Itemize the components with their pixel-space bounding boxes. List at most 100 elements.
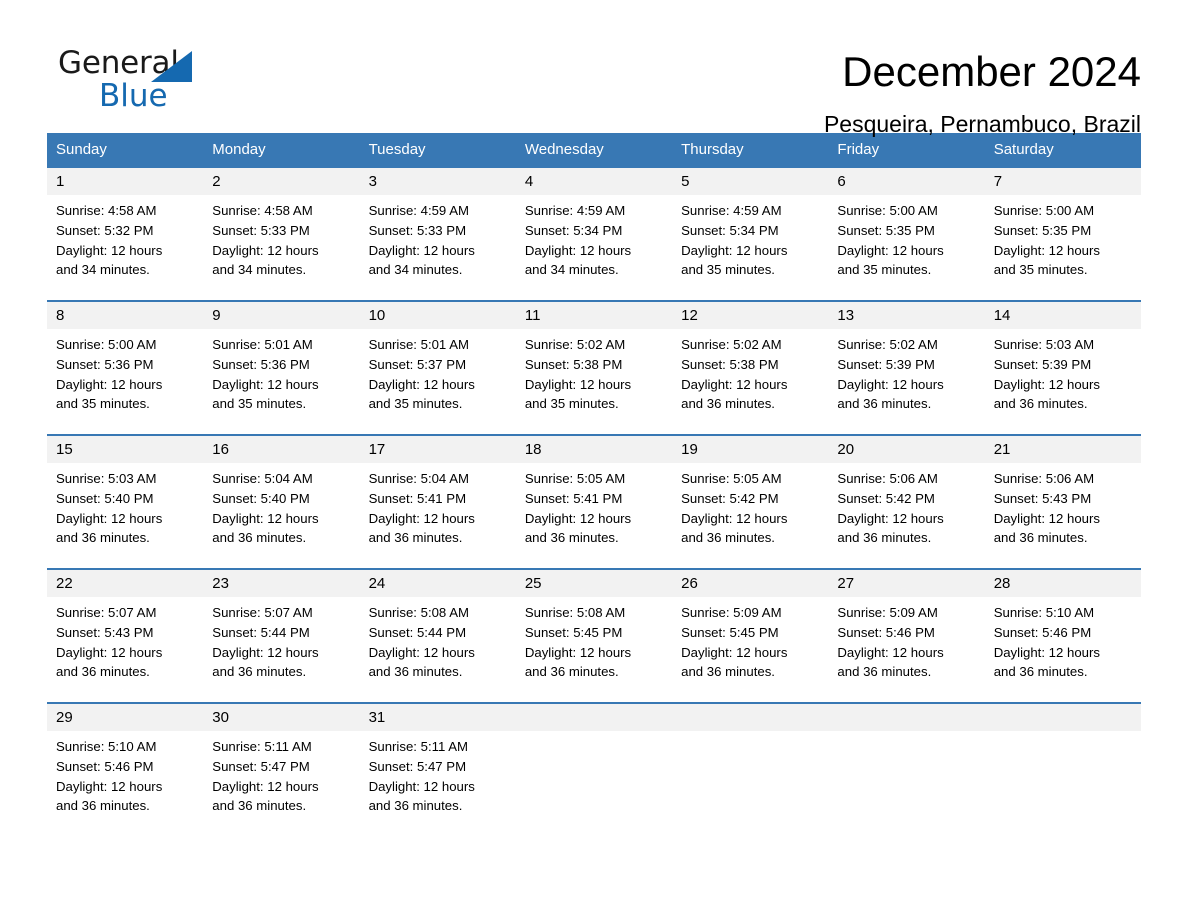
daylight-text-line1: Daylight: 12 hours [212, 376, 319, 392]
calendar-day-cell[interactable]: 28 Sunrise: 5:10 AM Sunset: 5:46 PM Dayligh… [984, 568, 1141, 703]
calendar-day-cell[interactable]: 29 Sunrise: 5:10 AM Sunset: 5:46 PM Dayligh… [47, 702, 204, 821]
daylight-text-line1: Daylight: 12 hours [837, 376, 944, 392]
sunrise-text: Sunrise: 5:02 AM [837, 337, 938, 352]
calendar-day-cell[interactable]: 31 Sunrise: 5:11 AM Sunset: 5:47 PM Dayligh… [359, 702, 516, 821]
calendar-day-cell[interactable]: 3 Sunrise: 4:59 AM Sunset: 5:33 PM Daylight… [359, 166, 516, 301]
calendar-day-cell[interactable]: 25 Sunrise: 5:08 AM Sunset: 5:45 PM Dayligh… [515, 568, 673, 703]
sunset-text: Sunset: 5:35 PM [993, 222, 1092, 238]
daylight-text-line2: and 36 minutes. [56, 530, 150, 546]
day-details: Sunrise: 4:59 AM Sunset: 5:34 PM Daylight:… [672, 195, 828, 280]
calendar-day-cell[interactable]: 6 Sunrise: 5:00 AM Sunset: 5:35 PM Daylight… [828, 166, 985, 301]
calendar-day-cell[interactable]: 4 Sunrise: 4:59 AM Sunset: 5:34 PM Daylight… [515, 166, 673, 301]
calendar-day-cell[interactable]: 19 Sunrise: 5:05 AM Sunset: 5:42 PM Dayligh… [672, 434, 829, 569]
day-number: 24 [359, 570, 516, 597]
calendar-day-cell[interactable]: 13 Sunrise: 5:02 AM Sunset: 5:39 PM Dayligh… [828, 300, 985, 435]
day-number: 2 [203, 168, 360, 195]
daylight-text-line2: and 35 minutes. [212, 396, 307, 412]
day-of-week-row: Sunday Monday Tuesday Wednesday Thursday… [47, 133, 1141, 167]
day-number: 29 [47, 704, 204, 731]
day-number: 23 [203, 570, 360, 597]
daylight-text-line2: and 35 minutes. [368, 396, 463, 412]
daylight-text-line1: Daylight: 12 hours [681, 242, 788, 258]
day-details: Sunrise: 5:00 AM Sunset: 5:35 PM Daylight:… [828, 195, 984, 280]
sunrise-text: Sunrise: 5:09 AM [681, 605, 782, 620]
daylight-text-line2: and 36 minutes. [212, 530, 307, 546]
calendar-day-cell[interactable]: 22 Sunrise: 5:07 AM Sunset: 5:43 PM Dayligh… [47, 568, 204, 703]
sunset-text: Sunset: 5:41 PM [524, 490, 623, 506]
triangle-icon [151, 51, 192, 82]
page-header: General Blue December 2024 Pesqueira, Pe… [47, 0, 1141, 137]
calendar-page: General Blue December 2024 Pesqueira, Pe… [0, 0, 1188, 918]
daylight-text-line2: and 36 minutes. [681, 664, 775, 680]
day-details: Sunrise: 5:00 AM Sunset: 5:35 PM Daylight:… [985, 195, 1141, 280]
day-details: Sunrise: 5:09 AM Sunset: 5:45 PM Daylight:… [672, 597, 828, 682]
day-number: 15 [47, 436, 204, 463]
sunrise-text: Sunrise: 4:59 AM [681, 203, 782, 218]
daylight-text-line1: Daylight: 12 hours [368, 778, 475, 794]
calendar-week-row: 1 Sunrise: 4:58 AM Sunset: 5:32 PM Daylight… [47, 166, 1141, 301]
day-number: 27 [828, 570, 985, 597]
calendar-day-cell[interactable]: 30 Sunrise: 5:11 AM Sunset: 5:47 PM Dayligh… [203, 702, 360, 821]
day-number: 17 [359, 436, 516, 463]
sunrise-text: Sunrise: 5:10 AM [56, 739, 157, 754]
calendar-day-cell[interactable]: 23 Sunrise: 5:07 AM Sunset: 5:44 PM Dayligh… [203, 568, 360, 703]
calendar-day-cell[interactable]: 27 Sunrise: 5:09 AM Sunset: 5:46 PM Dayligh… [828, 568, 985, 703]
daylight-text-line1: Daylight: 12 hours [837, 242, 944, 258]
sunset-text: Sunset: 5:43 PM [56, 624, 154, 640]
day-details: Sunrise: 5:06 AM Sunset: 5:42 PM Daylight:… [828, 463, 984, 548]
day-number: 30 [203, 704, 360, 731]
calendar-day-cell[interactable]: 24 Sunrise: 5:08 AM Sunset: 5:44 PM Dayligh… [359, 568, 516, 703]
calendar-day-cell[interactable]: 8 Sunrise: 5:00 AM Sunset: 5:36 PM Daylight… [47, 300, 204, 435]
sunset-text: Sunset: 5:41 PM [368, 490, 467, 506]
sunset-text: Sunset: 5:36 PM [56, 356, 154, 372]
sunrise-text: Sunrise: 5:05 AM [681, 471, 782, 486]
calendar-day-cell[interactable]: 14 Sunrise: 5:03 AM Sunset: 5:39 PM Dayligh… [984, 300, 1141, 435]
day-details: Sunrise: 5:11 AM Sunset: 5:47 PM Daylight:… [203, 731, 359, 816]
dow-header-tuesday: Tuesday [359, 133, 516, 167]
sunrise-text: Sunrise: 5:00 AM [837, 203, 938, 218]
daylight-text-line1: Daylight: 12 hours [212, 644, 319, 660]
sunrise-text: Sunrise: 5:02 AM [524, 337, 626, 352]
day-details: Sunrise: 4:59 AM Sunset: 5:33 PM Daylight:… [360, 195, 516, 280]
calendar-day-cell[interactable]: 20 Sunrise: 5:06 AM Sunset: 5:42 PM Dayligh… [828, 434, 985, 569]
day-number: 19 [672, 436, 829, 463]
day-number [515, 704, 673, 731]
daylight-text-line1: Daylight: 12 hours [993, 644, 1100, 660]
sunrise-text: Sunrise: 4:58 AM [212, 203, 313, 218]
day-number: 3 [359, 168, 516, 195]
calendar-day-cell[interactable]: 26 Sunrise: 5:09 AM Sunset: 5:45 PM Dayligh… [672, 568, 829, 703]
day-details: Sunrise: 5:02 AM Sunset: 5:38 PM Daylight:… [672, 329, 828, 414]
calendar-day-cell[interactable]: 15 Sunrise: 5:03 AM Sunset: 5:40 PM Dayligh… [47, 434, 204, 569]
sunset-text: Sunset: 5:46 PM [837, 624, 935, 640]
sunrise-text: Sunrise: 5:00 AM [993, 203, 1095, 218]
daylight-text-line1: Daylight: 12 hours [368, 644, 475, 660]
calendar-day-cell[interactable]: 2 Sunrise: 4:58 AM Sunset: 5:33 PM Daylight… [203, 166, 360, 301]
sunset-text: Sunset: 5:36 PM [212, 356, 310, 372]
sunset-text: Sunset: 5:46 PM [56, 758, 154, 774]
calendar-day-cell-empty [672, 702, 829, 821]
general-blue-logo[interactable]: General Blue [47, 46, 197, 118]
day-details: Sunrise: 5:04 AM Sunset: 5:41 PM Daylight:… [360, 463, 516, 548]
calendar-week-row: 29 Sunrise: 5:10 AM Sunset: 5:46 PM Dayligh… [47, 702, 1141, 821]
calendar-day-cell[interactable]: 1 Sunrise: 4:58 AM Sunset: 5:32 PM Daylight… [47, 166, 204, 301]
calendar-day-cell[interactable]: 12 Sunrise: 5:02 AM Sunset: 5:38 PM Dayligh… [672, 300, 829, 435]
day-number: 10 [359, 302, 516, 329]
calendar-day-cell[interactable]: 5 Sunrise: 4:59 AM Sunset: 5:34 PM Daylight… [672, 166, 829, 301]
calendar-day-cell[interactable]: 7 Sunrise: 5:00 AM Sunset: 5:35 PM Daylight… [984, 166, 1141, 301]
calendar-day-cell[interactable]: 11 Sunrise: 5:02 AM Sunset: 5:38 PM Dayligh… [515, 300, 673, 435]
calendar-day-cell[interactable]: 9 Sunrise: 5:01 AM Sunset: 5:36 PM Daylight… [203, 300, 360, 435]
sunset-text: Sunset: 5:47 PM [212, 758, 310, 774]
sunset-text: Sunset: 5:32 PM [56, 222, 154, 238]
daylight-text-line2: and 36 minutes. [212, 664, 307, 680]
calendar-day-cell[interactable]: 16 Sunrise: 5:04 AM Sunset: 5:40 PM Dayligh… [203, 434, 360, 569]
sunset-text: Sunset: 5:46 PM [993, 624, 1092, 640]
calendar-day-cell[interactable]: 10 Sunrise: 5:01 AM Sunset: 5:37 PM Dayligh… [359, 300, 516, 435]
sunset-text: Sunset: 5:42 PM [837, 490, 935, 506]
calendar-day-cell[interactable]: 17 Sunrise: 5:04 AM Sunset: 5:41 PM Dayligh… [359, 434, 516, 569]
calendar-day-cell[interactable]: 18 Sunrise: 5:05 AM Sunset: 5:41 PM Dayligh… [515, 434, 673, 569]
calendar-day-cell[interactable]: 21 Sunrise: 5:06 AM Sunset: 5:43 PM Dayligh… [984, 434, 1141, 569]
daylight-text-line2: and 35 minutes. [56, 396, 150, 412]
sunrise-text: Sunrise: 5:09 AM [837, 605, 938, 620]
sunrise-text: Sunrise: 4:58 AM [56, 203, 157, 218]
day-number [828, 704, 985, 731]
